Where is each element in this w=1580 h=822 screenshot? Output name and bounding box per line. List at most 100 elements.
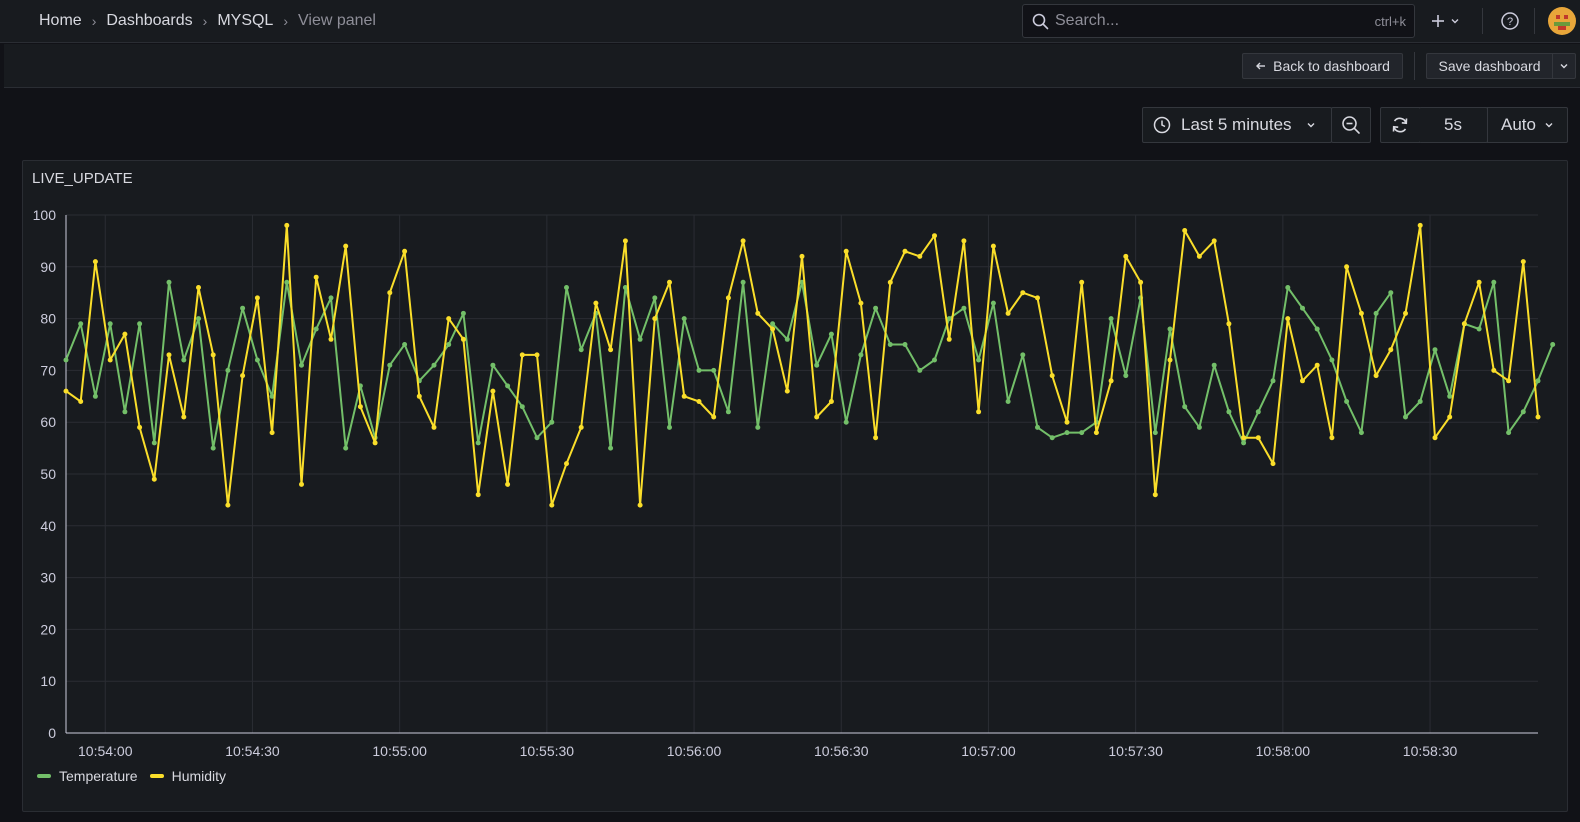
data-point-temperature [1167, 326, 1173, 332]
data-point-temperature [151, 440, 157, 446]
data-point-humidity [240, 373, 246, 379]
breadcrumb-mysql[interactable]: MYSQL [217, 12, 273, 30]
chevron-right-icon: › [91, 13, 97, 29]
data-point-humidity [372, 440, 378, 446]
data-point-temperature [990, 300, 996, 306]
data-point-humidity [1152, 492, 1158, 498]
data-point-temperature [1314, 326, 1320, 332]
refresh-interval-value[interactable]: 5s [1419, 107, 1488, 143]
data-point-humidity [1226, 321, 1232, 327]
data-point-humidity [387, 290, 393, 296]
data-point-temperature [166, 279, 172, 285]
data-point-temperature [652, 295, 658, 301]
legend-item-temperature[interactable]: Temperature [37, 768, 138, 784]
data-point-humidity [578, 424, 584, 430]
data-point-temperature [1285, 285, 1291, 290]
data-point-humidity [166, 352, 172, 358]
data-point-humidity [225, 502, 231, 508]
data-point-temperature [240, 305, 246, 311]
data-point-temperature [549, 419, 555, 425]
data-point-humidity [784, 388, 790, 394]
data-point-humidity [770, 326, 776, 332]
data-point-temperature [564, 285, 569, 290]
data-point-humidity [990, 243, 996, 249]
legend-label-temperature: Temperature [59, 768, 138, 784]
data-point-temperature [667, 424, 672, 430]
legend-item-humidity[interactable]: Humidity [149, 768, 227, 784]
data-point-humidity [814, 414, 820, 420]
chevron-down-icon [1451, 19, 1459, 24]
breadcrumb: Home › Dashboards › MYSQL › View panel [39, 0, 376, 42]
time-series-chart[interactable]: 0 10 20 30 40 50 60 70 80 90 100 10:54:00 10:54:30 10… [23, 161, 1569, 761]
data-point-temperature [1035, 424, 1040, 430]
data-point-humidity [696, 399, 702, 404]
data-point-temperature [1417, 399, 1423, 404]
breadcrumb-home[interactable]: Home [39, 12, 82, 30]
data-point-humidity [1182, 228, 1188, 233]
add-new-button[interactable] [1430, 8, 1470, 34]
data-point-humidity [828, 399, 834, 404]
search-shortcut: ctrl+k [1374, 13, 1406, 29]
data-point-humidity [667, 279, 672, 285]
data-point-humidity [843, 248, 849, 254]
back-to-dashboard-button[interactable]: Back to dashboard [1242, 53, 1403, 79]
search-input[interactable]: Search... ctrl+k [1022, 4, 1415, 38]
data-point-temperature [519, 404, 525, 410]
chevron-right-icon: › [202, 13, 208, 29]
data-point-humidity [1005, 310, 1011, 316]
data-point-temperature [1020, 352, 1026, 358]
refresh-auto-picker[interactable]: Auto [1487, 107, 1568, 143]
data-point-humidity [402, 248, 408, 254]
data-point-humidity [1476, 279, 1482, 285]
save-dashboard-button[interactable]: Save dashboard [1426, 53, 1552, 79]
legend-swatch-temperature [37, 774, 51, 778]
data-point-humidity [564, 461, 569, 467]
save-options-button[interactable] [1552, 53, 1576, 79]
data-point-humidity [122, 331, 128, 337]
refresh-auto-label: Auto [1501, 115, 1536, 134]
data-point-temperature [917, 367, 923, 373]
data-point-humidity [1300, 378, 1305, 384]
x-tick-label: 10:56:30 [814, 743, 869, 759]
zoom-out-icon [1342, 116, 1360, 134]
data-point-humidity [887, 279, 893, 285]
data-point-humidity [1388, 347, 1394, 353]
data-point-temperature [1049, 435, 1055, 441]
data-point-temperature [107, 321, 113, 327]
data-point-temperature [1476, 326, 1482, 332]
time-range-picker[interactable]: Last 5 minutes [1142, 107, 1332, 143]
data-point-temperature [137, 321, 143, 327]
data-point-temperature [976, 357, 982, 363]
data-point-temperature [902, 342, 908, 347]
data-point-humidity [151, 476, 157, 482]
data-point-temperature [1550, 342, 1556, 347]
breadcrumb-dashboards[interactable]: Dashboards [106, 12, 192, 30]
data-point-temperature [387, 362, 393, 368]
nav-divider [1534, 8, 1535, 34]
refresh-button[interactable] [1380, 107, 1420, 143]
data-point-humidity [637, 502, 643, 508]
data-point-humidity [357, 404, 363, 410]
data-point-temperature [858, 352, 864, 358]
data-point-humidity [490, 388, 496, 394]
data-point-temperature [1535, 378, 1541, 384]
data-point-temperature [225, 367, 231, 373]
data-point-humidity [1417, 222, 1423, 228]
chevron-down-icon [1560, 64, 1568, 69]
user-avatar[interactable] [1548, 7, 1576, 35]
data-point-humidity [196, 285, 201, 290]
data-point-humidity [137, 424, 143, 430]
data-point-temperature [431, 362, 437, 368]
help-icon[interactable]: ? [1500, 11, 1520, 31]
data-point-temperature [475, 440, 481, 446]
y-tick-label: 30 [40, 570, 56, 586]
x-tick-label: 10:56:00 [667, 743, 722, 759]
x-tick-label: 10:55:30 [520, 743, 575, 759]
zoom-out-button[interactable] [1331, 107, 1371, 143]
data-point-humidity [460, 336, 466, 342]
data-point-humidity [1241, 435, 1247, 441]
x-tick-label: 10:54:30 [225, 743, 280, 759]
refresh-icon [1392, 117, 1408, 133]
data-point-humidity [608, 347, 614, 353]
legend-label-humidity: Humidity [171, 768, 227, 784]
